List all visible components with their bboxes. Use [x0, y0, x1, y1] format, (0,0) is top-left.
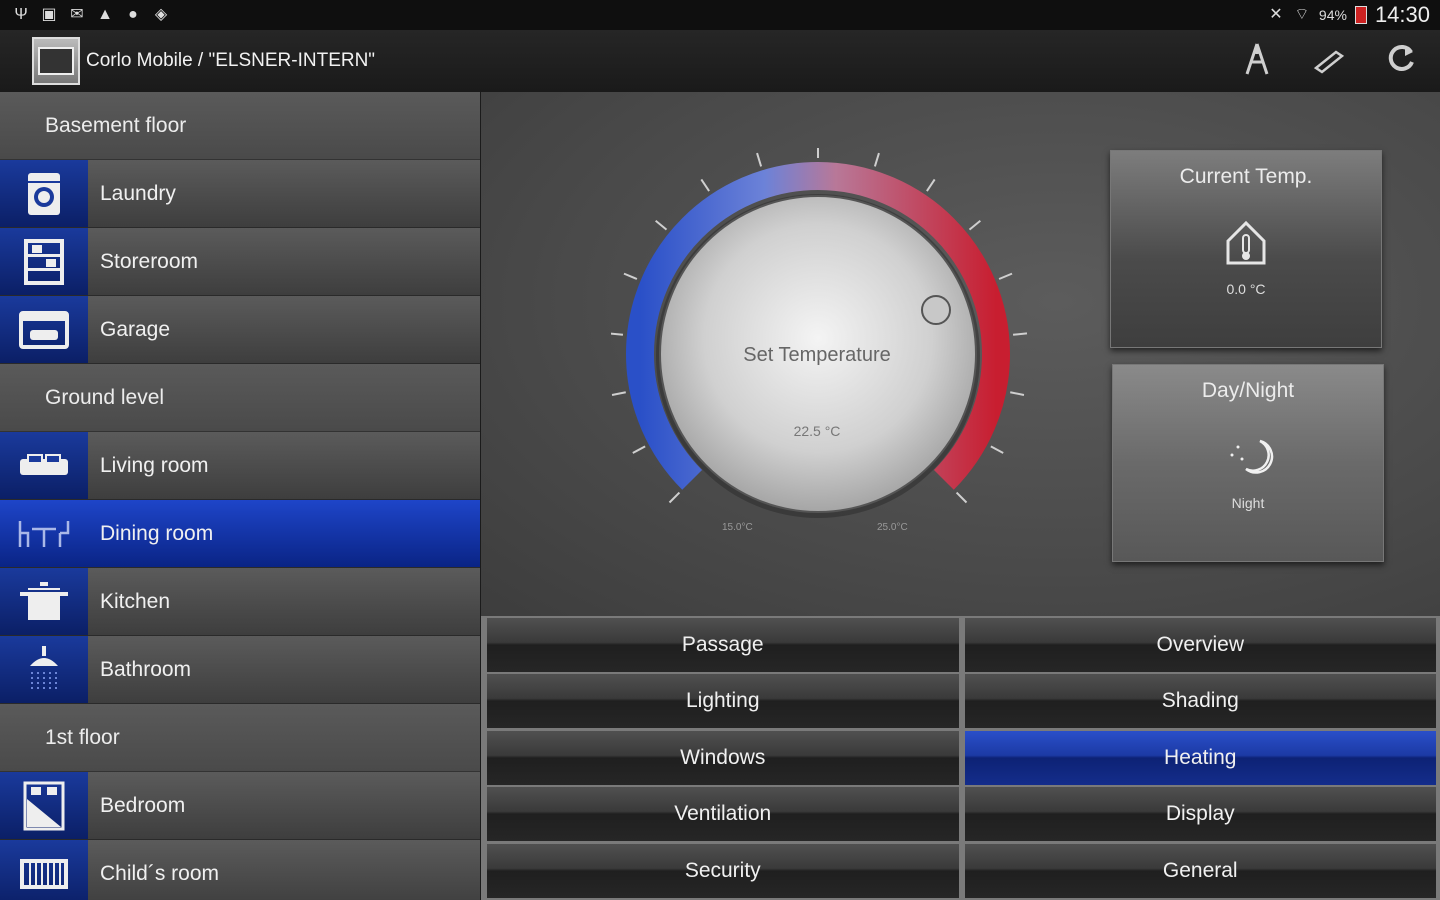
pen-icon[interactable] [1310, 42, 1348, 80]
sidebar-item-label: Living room [100, 453, 209, 477]
sidebar-item-bathroom[interactable]: Bathroom [0, 636, 480, 704]
sidebar-item-label: Kitchen [100, 589, 171, 613]
usb-icon: Ψ [14, 6, 28, 23]
sidebar-item-label: Dining room [100, 521, 214, 545]
set-temperature-value: 22.5 °C [793, 423, 841, 439]
function-security-button[interactable]: Security [487, 843, 959, 898]
moon-icon [1224, 433, 1274, 481]
mute-icon: ✕ [1269, 6, 1283, 23]
notification-icons: Ψ ▣ ✉ ▲ ● ◈ [0, 6, 170, 24]
sidebar-item-dining-room[interactable]: Dining room [0, 500, 480, 568]
sidebar-item-label: Laundry [100, 181, 176, 205]
dial-max-label: 25.0°C [877, 522, 908, 533]
shelf-icon [0, 228, 88, 295]
dial-tick [623, 272, 638, 280]
battery-icon [1354, 6, 1367, 24]
sidebar-item-label: Storeroom [100, 249, 199, 273]
sidebar-item-label: Bathroom [100, 657, 192, 681]
dial-tick [668, 491, 681, 504]
function-passage-button[interactable]: Passage [487, 618, 959, 672]
dining-table-icon [0, 500, 88, 567]
set-temperature-label: Set Temperature [743, 344, 891, 366]
app-icon[interactable] [32, 37, 80, 85]
wifi-icon: ⌔ [1294, 6, 1310, 23]
dial-tick [998, 272, 1013, 280]
room-sidebar: Basement floor Laundry Storeroom Garage … [0, 92, 480, 900]
sidebar-item-storeroom[interactable]: Storeroom [0, 228, 480, 296]
washing-machine-icon [0, 160, 88, 227]
section-1st-floor: 1st floor [0, 704, 480, 772]
sidebar-item-living-room[interactable]: Living room [0, 432, 480, 500]
dial-tick [1012, 332, 1028, 336]
sidebar-item-laundry[interactable]: Laundry [0, 160, 480, 228]
dial-tick [655, 220, 668, 231]
sidebar-item-bedroom[interactable]: Bedroom [0, 772, 480, 840]
refresh-icon[interactable] [1382, 42, 1420, 80]
dial-tick [611, 391, 626, 396]
section-ground-level: Ground level [0, 364, 480, 432]
function-ventilation-button[interactable]: Ventilation [487, 787, 959, 842]
current-temp-title: Current Temp. [1179, 165, 1313, 188]
user-icon[interactable] [1238, 42, 1276, 80]
section-basement-floor: Basement floor [0, 92, 480, 160]
image-icon: ▣ [41, 6, 57, 23]
function-general-button[interactable]: General [964, 843, 1436, 898]
function-grid: Passage Overview Lighting Shading Window… [481, 616, 1440, 900]
dial-tick [608, 332, 624, 336]
sidebar-item-label: Child´s room [100, 861, 220, 885]
dial-tick [990, 445, 1004, 454]
dial-min-label: 15.0°C [722, 522, 753, 533]
sidebar-item-label: Garage [100, 317, 171, 341]
dial-tick [926, 178, 936, 192]
gallery-icon: ◈ [154, 6, 168, 23]
garage-icon [0, 296, 88, 363]
bed-icon [0, 772, 88, 839]
thermometer-house-icon [1222, 219, 1270, 267]
sidebar-item-label: Bedroom [100, 793, 186, 817]
clock: 14:30 [1374, 2, 1430, 27]
battery-percent: 94% [1318, 7, 1347, 23]
function-overview-button[interactable]: Overview [964, 618, 1436, 672]
dial-indicator [921, 295, 951, 325]
message-icon: ✉ [70, 6, 84, 23]
dial-tick [756, 152, 763, 167]
function-display-button[interactable]: Display [964, 787, 1436, 842]
function-windows-button[interactable]: Windows [487, 730, 959, 785]
dial-tick [1010, 391, 1025, 396]
heating-panel: Set Temperature 22.5 °C 15.0°C 25.0°C Cu… [481, 92, 1440, 616]
current-temp-tile[interactable]: Current Temp. 0.0 °C [1110, 150, 1382, 348]
day-night-title: Day/Night [1201, 379, 1295, 402]
dial-tick [955, 491, 968, 504]
pot-icon [0, 568, 88, 635]
current-temp-value: 0.0 °C [1226, 281, 1266, 297]
function-lighting-button[interactable]: Lighting [487, 674, 959, 729]
function-heating-button[interactable]: Heating [964, 730, 1436, 785]
system-status: ✕ ⌔ 94% 14:30 [1267, 2, 1440, 28]
day-night-tile[interactable]: Day/Night Night [1112, 364, 1384, 562]
day-night-value: Night [1231, 495, 1265, 511]
function-shading-button[interactable]: Shading [964, 674, 1436, 729]
action-bar: Corlo Mobile / "ELSNER-INTERN" [0, 30, 1440, 92]
dial-tick [873, 152, 880, 167]
sidebar-item-kitchen[interactable]: Kitchen [0, 568, 480, 636]
crib-icon [0, 840, 88, 900]
status-bar: Ψ ▣ ✉ ▲ ● ◈ ✕ ⌔ 94% 14:30 [0, 0, 1440, 30]
shower-icon [0, 636, 88, 703]
dial-tick [700, 178, 710, 192]
sidebar-item-childs-room[interactable]: Child´s room [0, 840, 480, 900]
chat-icon: ● [128, 6, 138, 23]
dial-tick [968, 220, 981, 231]
app-title: Corlo Mobile / "ELSNER-INTERN" [86, 50, 376, 71]
dial-tick [632, 445, 646, 454]
warning-icon: ▲ [97, 6, 113, 23]
sofa-icon [0, 432, 88, 499]
sidebar-item-garage[interactable]: Garage [0, 296, 480, 364]
